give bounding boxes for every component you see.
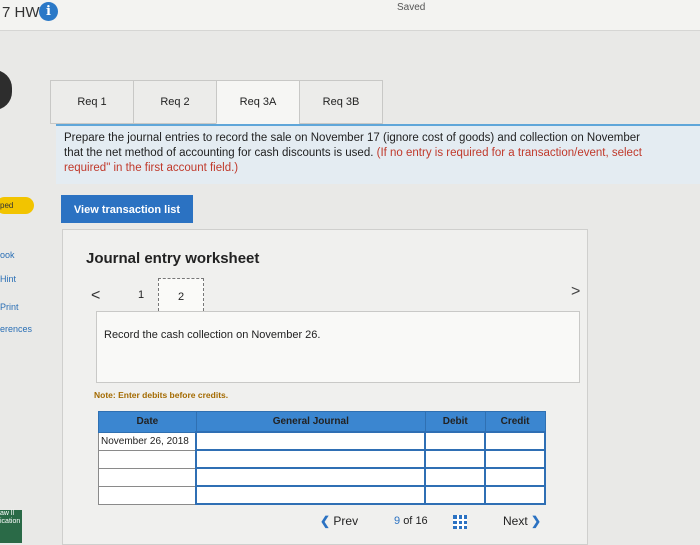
record-instruction-text: Record the cash collection on November 2…	[104, 329, 321, 341]
prev-label: Prev	[333, 514, 359, 528]
sidebar-item-hint[interactable]: Hint	[0, 274, 16, 284]
date-cell[interactable]	[98, 449, 197, 469]
sidebar-item-skipped[interactable]: ped	[0, 197, 34, 214]
next-button[interactable]: Next ❯	[503, 514, 541, 528]
instruction-line-2: that the net method of accounting for ca…	[64, 146, 700, 161]
view-transaction-list-button[interactable]: View transaction list	[61, 195, 193, 223]
table-row: November 26, 2018	[98, 431, 546, 451]
date-cell[interactable]	[98, 485, 197, 505]
tab-req-3a[interactable]: Req 3A	[216, 80, 300, 124]
page-of: of	[403, 515, 413, 527]
instruction-line-2-red: (If no entry is required for a transacti…	[373, 147, 642, 159]
sidebar: ped ook Hint Print erences aw ll ication	[0, 60, 40, 543]
worksheet-page-1[interactable]: 1	[138, 289, 144, 301]
assignment-title: 7 HW	[2, 4, 40, 21]
instruction-line-2-plain: that the net method of accounting for ca…	[64, 147, 374, 159]
journal-table: Date General Journal Debit Credit Novemb…	[98, 411, 546, 505]
table-row	[98, 449, 546, 469]
next-label: Next	[503, 514, 528, 528]
column-header-debit: Debit	[424, 411, 486, 433]
save-status: Saved	[397, 2, 426, 13]
worksheet-next-arrow[interactable]: >	[571, 283, 580, 301]
requirement-tabs: Req 1 Req 2 Req 3A Req 3B	[50, 80, 383, 124]
debit-input[interactable]	[424, 467, 487, 487]
table-row	[98, 467, 546, 487]
sidebar-item-ebook[interactable]: ook	[0, 250, 15, 260]
sidebar-toggle[interactable]	[0, 70, 12, 110]
column-header-credit: Credit	[484, 411, 546, 433]
instruction-panel: Prepare the journal entries to record th…	[56, 124, 700, 184]
journal-header-row: Date General Journal Debit Credit	[98, 411, 546, 433]
debit-credit-note: Note: Enter debits before credits.	[94, 390, 229, 400]
journal-entry-worksheet: Journal entry worksheet < 1 2 > Record t…	[62, 229, 588, 545]
column-header-date: Date	[98, 411, 197, 433]
date-cell[interactable]: November 26, 2018	[98, 431, 197, 451]
instruction-line-1: Prepare the journal entries to record th…	[64, 132, 640, 144]
record-instruction-box: Record the cash collection on November 2…	[96, 311, 580, 383]
sidebar-bottom-badge[interactable]: aw ll ication	[0, 510, 22, 543]
debit-input[interactable]	[424, 431, 487, 451]
tab-req-2[interactable]: Req 2	[133, 80, 217, 124]
chevron-left-icon: ❮	[320, 514, 331, 528]
total-pages: 16	[415, 515, 428, 527]
instruction-text: Prepare the journal entries to record th…	[64, 131, 700, 176]
worksheet-title: Journal entry worksheet	[86, 250, 260, 267]
tab-req-1[interactable]: Req 1	[50, 80, 134, 124]
credit-input[interactable]	[484, 467, 546, 487]
credit-input[interactable]	[484, 431, 546, 451]
credit-input[interactable]	[484, 485, 546, 505]
credit-input[interactable]	[484, 449, 546, 469]
debit-input[interactable]	[424, 449, 487, 469]
account-input[interactable]	[195, 431, 427, 451]
account-input[interactable]	[195, 449, 427, 469]
instruction-line-3: required" in the first account field.)	[64, 162, 239, 174]
date-cell[interactable]	[98, 467, 197, 487]
tab-req-3b[interactable]: Req 3B	[299, 80, 383, 124]
grid-icon[interactable]	[453, 515, 467, 529]
account-input[interactable]	[195, 485, 427, 505]
top-bar: 7 HW i Saved	[0, 0, 700, 31]
prev-button[interactable]: ❮ Prev	[320, 514, 358, 528]
sidebar-item-print[interactable]: Print	[0, 302, 19, 312]
sidebar-item-references[interactable]: erences	[0, 324, 32, 334]
current-page: 9	[394, 515, 401, 527]
info-icon[interactable]: i	[39, 2, 58, 21]
page-counter: 9 of 16	[394, 515, 428, 527]
chevron-right-icon: ❯	[531, 514, 542, 528]
column-header-general-journal: General Journal	[195, 411, 426, 433]
table-row	[98, 485, 546, 505]
worksheet-prev-arrow[interactable]: <	[91, 287, 100, 305]
question-pager: ❮ Prev 9 of 16 Next ❯	[300, 510, 580, 536]
account-input[interactable]	[195, 467, 427, 487]
debit-input[interactable]	[424, 485, 487, 505]
